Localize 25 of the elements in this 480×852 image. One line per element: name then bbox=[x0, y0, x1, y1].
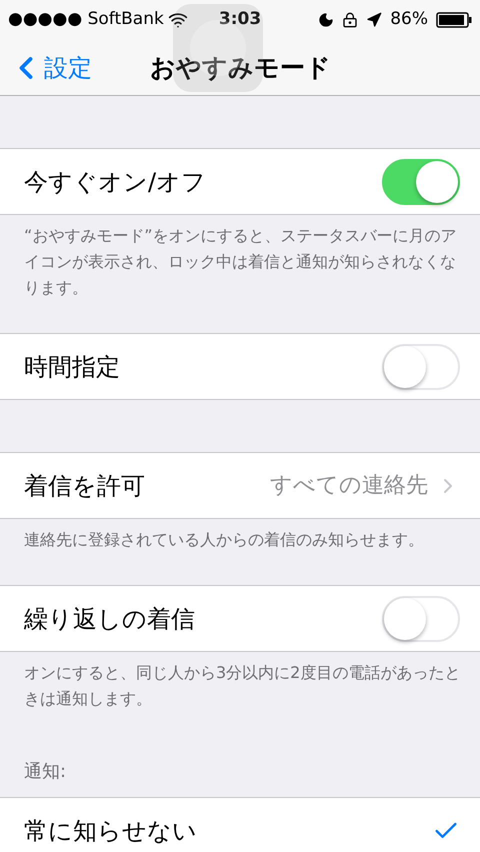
settings-row[interactable]: 繰り返しの着信 bbox=[0, 586, 480, 652]
page-title: おやすみモード bbox=[150, 52, 331, 84]
row-label: 時間指定 bbox=[24, 352, 120, 382]
battery-percent: 86% bbox=[390, 8, 428, 32]
section-footer: “おやすみモード”をオンにすると、ステータスバーに月のアイコンが表示され、ロック中は着信と通知が知らされなくなります。 bbox=[24, 223, 468, 301]
location-arrow-icon bbox=[366, 12, 382, 28]
row-label: 今すぐオン/オフ bbox=[24, 166, 206, 198]
section-footer: オンにすると、同じ人から3分以内に2度目の電話があったときは通知します。 bbox=[24, 660, 468, 712]
clock-time: 3:03 bbox=[218, 8, 262, 32]
row-label: 着信を許可 bbox=[24, 470, 145, 502]
moon-icon bbox=[318, 12, 334, 28]
rotation-lock-icon bbox=[342, 12, 358, 28]
section-footer: 連絡先に登録されている人からの着信のみ知らせます。 bbox=[24, 527, 468, 553]
carrier-label: ●●●●● SoftBank bbox=[8, 8, 164, 32]
settings-row[interactable]: 着信を許可 すべての連絡先 bbox=[0, 453, 480, 519]
settings-row[interactable]: 常に知らせない bbox=[0, 798, 480, 852]
back-button[interactable]: 設定 bbox=[0, 50, 92, 86]
section-header: 通知: bbox=[24, 760, 66, 784]
row-label: 繰り返しの着信 bbox=[24, 604, 195, 634]
row-label: 常に知らせない bbox=[24, 816, 197, 846]
battery-icon bbox=[436, 12, 472, 28]
toggle-switch[interactable] bbox=[382, 158, 460, 204]
row-value: すべての連絡先 bbox=[270, 472, 428, 500]
settings-row[interactable]: 時間指定 bbox=[0, 334, 480, 400]
settings-row[interactable]: 今すぐオン/オフ bbox=[0, 149, 480, 215]
